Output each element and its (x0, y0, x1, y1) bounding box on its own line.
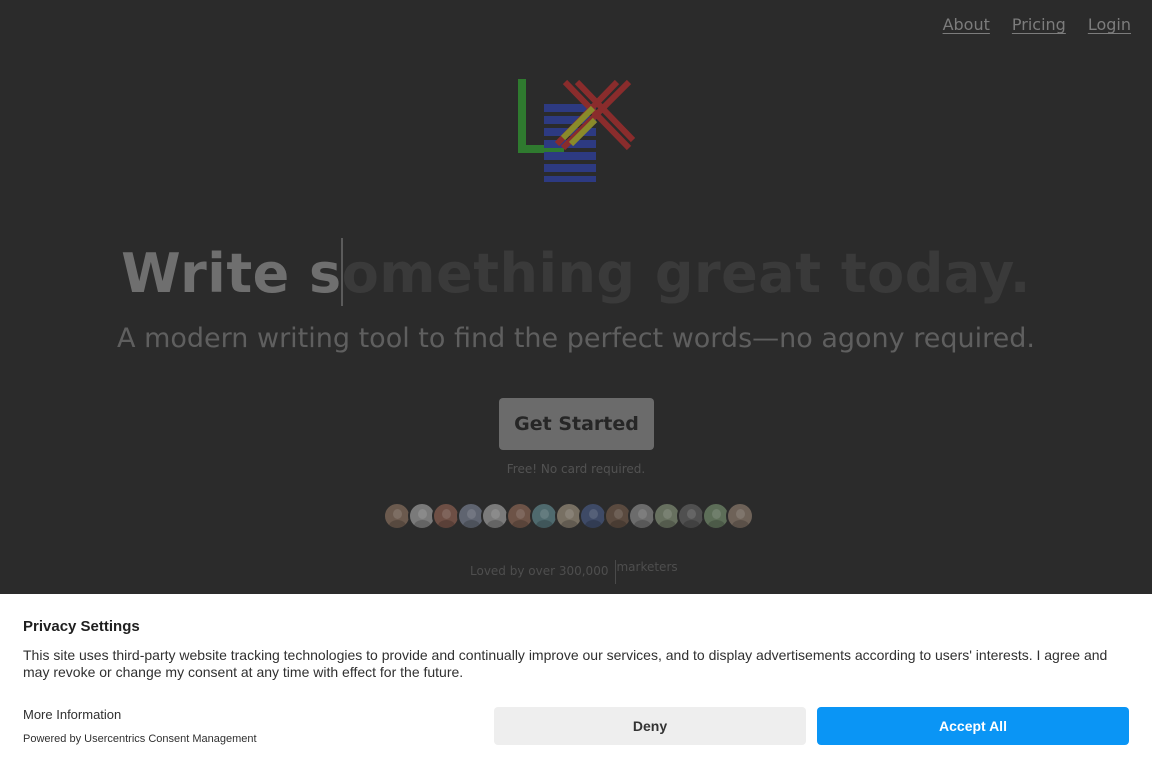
nav-link-about[interactable]: About (943, 15, 990, 34)
free-note: Free! No card required. (506, 462, 646, 476)
hero-headline: Write something great today. (0, 238, 1152, 306)
avatar (579, 502, 607, 530)
powered-by-text: Powered by Usercentrics Consent Manageme… (23, 733, 257, 745)
avatar (432, 502, 460, 530)
avatar (383, 502, 411, 530)
avatar (726, 502, 754, 530)
avatar (677, 502, 705, 530)
avatar (481, 502, 509, 530)
more-information-link[interactable]: More Information (23, 707, 121, 722)
accept-all-button[interactable]: Accept All (817, 707, 1129, 745)
customer-avatars (383, 502, 754, 530)
hero-subtitle: A modern writing tool to find the perfec… (117, 323, 1035, 354)
avatar (628, 502, 656, 530)
headline-typed-text: Write s (121, 242, 342, 305)
avatar (530, 502, 558, 530)
consent-banner: Privacy Settings This site uses third-pa… (0, 594, 1152, 768)
deny-button[interactable]: Deny (494, 707, 806, 745)
get-started-button[interactable]: Get Started (499, 398, 654, 450)
social-proof: Loved by over 300,000 marketers (470, 560, 678, 584)
lex-logo-icon (518, 79, 635, 182)
loved-by-text: Loved by over 300,000 (470, 564, 609, 578)
loved-by-suffix: marketers (616, 560, 678, 574)
consent-description: This site uses third-party website track… (23, 647, 1108, 680)
consent-title: Privacy Settings (23, 618, 140, 635)
nav-link-pricing[interactable]: Pricing (1012, 15, 1066, 34)
top-nav: About Pricing Login (943, 15, 1131, 34)
headline-ghost-text: omething great today. (341, 242, 1031, 305)
nav-link-login[interactable]: Login (1088, 15, 1131, 34)
